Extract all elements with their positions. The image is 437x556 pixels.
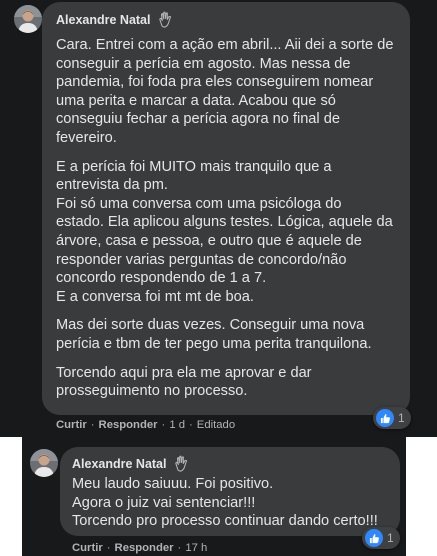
- comment-paragraph: Mas dei sorte duas vezes. Conseguir uma …: [56, 317, 372, 352]
- edited-label: Editado: [196, 419, 236, 431]
- comment-bubble: Alexandre Natal Meu laudo saiuuu. Foi po…: [60, 447, 400, 536]
- comment-actions: Curtir · Responder · 17 h: [72, 542, 208, 554]
- like-reaction-icon: [376, 409, 394, 427]
- reaction-count: 1: [387, 531, 394, 545]
- avatar[interactable]: [30, 449, 58, 477]
- timestamp[interactable]: 17 h: [185, 542, 207, 554]
- reply-button[interactable]: Responder: [115, 542, 174, 554]
- comment-paragraph: Torcendo aqui pra ela me aprovar e dar p…: [56, 364, 312, 400]
- author-name[interactable]: Alexandre Natal: [72, 457, 166, 471]
- comment-bubble: Alexandre Natal Cara. Entrei com a ação …: [42, 2, 410, 415]
- reaction-count: 1: [398, 411, 405, 425]
- avatar[interactable]: [14, 5, 42, 33]
- avatar-photo: [30, 449, 58, 477]
- reply-button[interactable]: Responder: [99, 419, 158, 431]
- comment-text: Cara. Entrei com a ação em abril... Aii …: [56, 36, 398, 401]
- comment-paragraph: E a perícia foi MUITO mais tranquilo que…: [56, 158, 393, 305]
- comment-panel: Alexandre Natal Cara. Entrei com a ação …: [0, 0, 437, 437]
- like-button[interactable]: Curtir: [56, 419, 87, 431]
- comment-paragraph: Cara. Entrei com a ação em abril... Aii …: [56, 37, 394, 146]
- comment-paragraph: Meu laudo saiuuu. Foi positivo. Agora o …: [72, 476, 378, 530]
- avatar-photo: [14, 5, 42, 33]
- waving-hand-icon: [172, 455, 190, 473]
- comment-actions: Curtir · Responder · 1 d · Editado: [56, 419, 236, 431]
- reaction-summary[interactable]: 1: [362, 527, 400, 549]
- comment-panel: Alexandre Natal Meu laudo saiuuu. Foi po…: [22, 437, 406, 556]
- comment-text: Meu laudo saiuuu. Foi positivo. Agora o …: [72, 475, 388, 531]
- author-name[interactable]: Alexandre Natal: [56, 13, 150, 27]
- like-reaction-icon: [365, 529, 383, 547]
- like-button[interactable]: Curtir: [72, 542, 103, 554]
- timestamp[interactable]: 1 d: [169, 419, 185, 431]
- waving-hand-icon: [156, 11, 174, 29]
- reaction-summary[interactable]: 1: [373, 407, 411, 429]
